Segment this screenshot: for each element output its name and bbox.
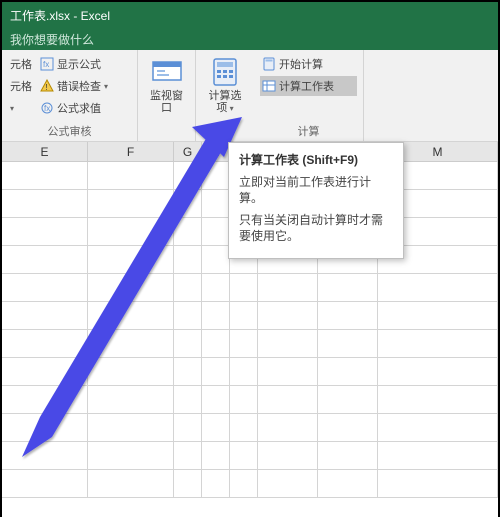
calculate-sheet-icon [262, 79, 276, 93]
col-header[interactable]: G [174, 142, 202, 161]
dropdown-caret-icon: ▾ [104, 82, 108, 91]
evaluate-formula-button[interactable]: fx 公式求值 [38, 98, 110, 118]
trace-precedents-partial[interactable]: 元格 [8, 54, 34, 74]
calculate-now-icon [262, 57, 276, 71]
evaluate-formula-icon: fx [40, 101, 54, 115]
col-header[interactable]: H [202, 142, 230, 161]
table-row[interactable] [2, 358, 498, 386]
svg-text:!: ! [46, 83, 48, 92]
tell-me-text: 我你想要做什么 [10, 31, 94, 48]
group-label-formula-auditing: 公式审核 [8, 121, 131, 139]
tooltip-title: 计算工作表 (Shift+F9) [239, 151, 393, 168]
watch-window-button[interactable]: 监视窗口 [144, 54, 189, 116]
table-row[interactable] [2, 442, 498, 470]
table-row[interactable] [2, 302, 498, 330]
remove-arrows-partial[interactable]: ▾ [8, 98, 34, 118]
calculation-options-icon [209, 56, 241, 88]
group-calc-options: 计算选项 ▾ [196, 50, 254, 141]
calc-col: 开始计算 计算工作表 [260, 54, 357, 96]
group-formula-auditing: 元格 元格 ▾ fx 显示公式 ! [2, 50, 138, 141]
svg-text:fx: fx [44, 104, 50, 113]
dropdown-caret-icon: ▾ [227, 104, 233, 113]
trace-dependents-partial[interactable]: 元格 [8, 76, 34, 96]
calculate-sheet-button[interactable]: 计算工作表 [260, 76, 357, 96]
tell-me-bar[interactable]: 我你想要做什么 [2, 28, 498, 50]
audit-col-left: 元格 元格 ▾ [8, 54, 34, 118]
dropdown-caret-icon: ▾ [10, 104, 14, 113]
tooltip-line: 只有当关闭自动计算时才需要使用它。 [239, 212, 393, 244]
calculation-options-button[interactable]: 计算选项 ▾ [202, 54, 248, 117]
window-title: 工作表.xlsx - Excel [10, 7, 110, 24]
table-row[interactable] [2, 330, 498, 358]
group-calculation: 开始计算 计算工作表 计算 [254, 50, 364, 141]
show-formulas-button[interactable]: fx 显示公式 [38, 54, 110, 74]
svg-text:fx: fx [43, 60, 49, 69]
tooltip-line: 立即对当前工作表进行计算。 [239, 174, 393, 206]
table-row[interactable] [2, 274, 498, 302]
table-row[interactable] [2, 470, 498, 498]
ribbon: 元格 元格 ▾ fx 显示公式 ! [2, 50, 498, 142]
audit-col-right: fx 显示公式 ! 错误检查 ▾ fx 公式求值 [38, 54, 110, 118]
calculate-now-button[interactable]: 开始计算 [260, 54, 357, 74]
title-bar: 工作表.xlsx - Excel [2, 2, 498, 28]
group-label-calculation: 计算 [260, 121, 357, 139]
tooltip-calculate-sheet: 计算工作表 (Shift+F9) 立即对当前工作表进行计算。 只有当关闭自动计算… [228, 142, 404, 259]
table-row[interactable] [2, 386, 498, 414]
watch-window-icon [151, 56, 183, 88]
error-checking-icon: ! [40, 79, 54, 93]
col-header[interactable]: E [2, 142, 88, 161]
col-header[interactable]: F [88, 142, 174, 161]
error-checking-button[interactable]: ! 错误检查 ▾ [38, 76, 110, 96]
show-formulas-icon: fx [40, 57, 54, 71]
table-row[interactable] [2, 414, 498, 442]
group-watch-window: 监视窗口 [138, 50, 196, 141]
